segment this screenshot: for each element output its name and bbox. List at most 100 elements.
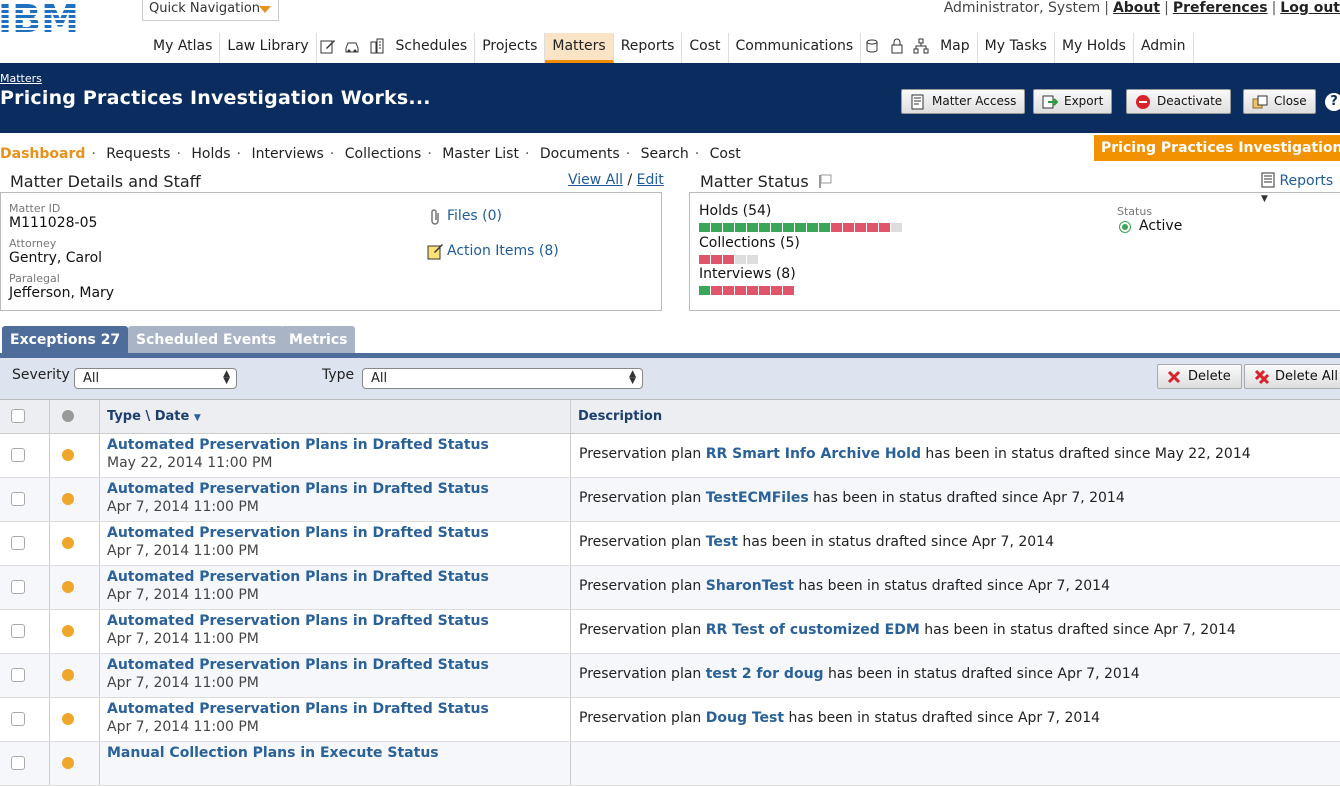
exception-date: Apr 7, 2014 11:00 PM xyxy=(107,543,259,559)
exception-date: Apr 7, 2014 11:00 PM xyxy=(107,719,259,735)
preferences-link[interactable]: Preferences xyxy=(1173,0,1268,16)
table-row[interactable]: Automated Preservation Plans in Drafted … xyxy=(0,566,1340,610)
database-icon[interactable] xyxy=(864,38,880,54)
exception-type-link[interactable]: Automated Preservation Plans in Drafted … xyxy=(107,569,489,585)
nav-law-library[interactable]: Law Library xyxy=(220,33,317,63)
row-checkbox[interactable] xyxy=(11,712,25,726)
view-all-link[interactable]: View All xyxy=(568,172,623,188)
preservation-plan-link[interactable]: RR Smart Info Archive Hold xyxy=(706,446,921,462)
table-row[interactable]: Automated Preservation Plans in Drafted … xyxy=(0,698,1340,742)
description-column-header[interactable]: Description xyxy=(578,409,662,424)
subnav-documents[interactable]: Documents xyxy=(540,146,620,162)
exception-type-link[interactable]: Automated Preservation Plans in Drafted … xyxy=(107,701,489,717)
table-row[interactable]: Manual Collection Plans in Execute Statu… xyxy=(0,742,1340,786)
row-checkbox[interactable] xyxy=(11,624,25,638)
preservation-plan-link[interactable]: SharonTest xyxy=(706,578,794,594)
subnav-dashboard[interactable]: Dashboard xyxy=(0,146,85,162)
close-button[interactable]: Close xyxy=(1243,89,1316,114)
severity-warning-icon xyxy=(62,537,74,549)
exception-description: Preservation plan RR Smart Info Archive … xyxy=(579,446,1251,462)
action-items-link[interactable]: Action Items (8) xyxy=(447,243,559,259)
nav-my-tasks[interactable]: My Tasks xyxy=(978,33,1055,63)
bar-segment xyxy=(807,223,818,232)
exception-type-link[interactable]: Automated Preservation Plans in Drafted … xyxy=(107,437,489,453)
nav-communications[interactable]: Communications xyxy=(729,33,862,63)
org-chart-icon[interactable] xyxy=(913,38,929,54)
row-checkbox[interactable] xyxy=(11,492,25,506)
exception-type-link[interactable]: Automated Preservation Plans in Drafted … xyxy=(107,481,489,497)
table-row[interactable]: Automated Preservation Plans in Drafted … xyxy=(0,434,1340,478)
about-link[interactable]: About xyxy=(1113,0,1160,16)
bar-segment xyxy=(723,223,734,232)
nav-map[interactable]: Map xyxy=(933,33,978,63)
export-label: Export xyxy=(1064,94,1104,108)
preservation-plan-link[interactable]: test 2 for doug xyxy=(706,666,824,682)
delete-all-button[interactable]: Delete All xyxy=(1244,364,1340,389)
bar-segment xyxy=(747,286,758,295)
nav-admin[interactable]: Admin xyxy=(1134,33,1194,63)
preservation-plan-link[interactable]: Doug Test xyxy=(706,710,784,726)
lock-icon[interactable] xyxy=(889,38,905,54)
car-icon[interactable] xyxy=(344,38,360,54)
exception-date: May 22, 2014 11:00 PM xyxy=(107,455,273,471)
export-button[interactable]: Export xyxy=(1033,89,1113,114)
building-icon[interactable] xyxy=(369,38,385,54)
help-icon[interactable]: ? xyxy=(1325,93,1340,111)
tab-scheduled-events[interactable]: Scheduled Events xyxy=(128,326,285,354)
table-row[interactable]: Automated Preservation Plans in Drafted … xyxy=(0,478,1340,522)
nav-schedules[interactable]: Schedules xyxy=(389,33,476,63)
subnav-holds[interactable]: Holds xyxy=(191,146,230,162)
matter-subnav: Dashboard · Requests · Holds · Interviews · … xyxy=(0,146,741,162)
severity-select[interactable]: All ▲ ▼ xyxy=(74,368,237,389)
nav-matters[interactable]: Matters xyxy=(545,33,614,63)
nav-cost[interactable]: Cost xyxy=(682,33,729,63)
type-select[interactable]: All ▲ ▼ xyxy=(362,368,643,389)
subnav-cost[interactable]: Cost xyxy=(710,146,741,162)
table-row[interactable]: Automated Preservation Plans in Drafted … xyxy=(0,522,1340,566)
delete-button[interactable]: Delete xyxy=(1157,364,1242,389)
flag-icon[interactable] xyxy=(818,174,832,188)
preservation-plan-link[interactable]: TestECMFiles xyxy=(706,490,809,506)
subnav-requests[interactable]: Requests xyxy=(106,146,170,162)
row-checkbox[interactable] xyxy=(11,580,25,594)
edit-icon[interactable] xyxy=(320,38,336,54)
table-row[interactable]: Automated Preservation Plans in Drafted … xyxy=(0,610,1340,654)
exception-type-link[interactable]: Automated Preservation Plans in Drafted … xyxy=(107,657,489,673)
files-link[interactable]: Files (0) xyxy=(447,208,502,224)
collections-count[interactable]: Collections (5) xyxy=(699,235,800,251)
tab-exceptions[interactable]: Exceptions 27 xyxy=(2,326,129,354)
exception-type-link[interactable]: Automated Preservation Plans in Drafted … xyxy=(107,525,489,541)
matter-access-button[interactable]: Matter Access xyxy=(901,89,1026,114)
interviews-count[interactable]: Interviews (8) xyxy=(699,266,796,282)
row-checkbox[interactable] xyxy=(11,756,25,770)
nav-reports[interactable]: Reports xyxy=(614,33,683,63)
row-checkbox[interactable] xyxy=(11,448,25,462)
preservation-plan-link[interactable]: Test xyxy=(706,534,738,550)
nav-my-atlas[interactable]: My Atlas xyxy=(146,33,221,63)
type-date-column-header[interactable]: Type \ Date ▼ xyxy=(107,409,201,424)
row-checkbox[interactable] xyxy=(11,668,25,682)
exception-type-link[interactable]: Manual Collection Plans in Execute Statu… xyxy=(107,745,439,761)
nav-projects[interactable]: Projects xyxy=(475,33,546,63)
exception-type-link[interactable]: Automated Preservation Plans in Drafted … xyxy=(107,613,489,629)
attorney-value: Gentry, Carol xyxy=(9,250,103,266)
nav-my-holds[interactable]: My Holds xyxy=(1055,33,1134,63)
select-arrows-icon: ▲ ▼ xyxy=(223,369,230,386)
breadcrumb[interactable]: Matters xyxy=(0,72,42,85)
bar-segment xyxy=(879,223,890,232)
subnav-search[interactable]: Search xyxy=(641,146,689,162)
preservation-plan-link[interactable]: RR Test of customized EDM xyxy=(706,622,920,638)
row-checkbox[interactable] xyxy=(11,536,25,550)
select-all-checkbox[interactable] xyxy=(11,409,25,423)
tab-metrics[interactable]: Metrics xyxy=(281,326,356,354)
subnav-master-list[interactable]: Master List xyxy=(442,146,519,162)
edit-link[interactable]: Edit xyxy=(637,172,664,188)
deactivate-label: Deactivate xyxy=(1157,94,1223,108)
quick-navigation-dropdown[interactable]: Quick Navigation xyxy=(142,0,279,21)
subnav-collections[interactable]: Collections xyxy=(345,146,422,162)
subnav-interviews[interactable]: Interviews xyxy=(251,146,323,162)
holds-count[interactable]: Holds (54) xyxy=(699,203,771,219)
table-row[interactable]: Automated Preservation Plans in Drafted … xyxy=(0,654,1340,698)
logout-link[interactable]: Log out xyxy=(1280,0,1340,16)
deactivate-button[interactable]: Deactivate xyxy=(1126,89,1232,114)
